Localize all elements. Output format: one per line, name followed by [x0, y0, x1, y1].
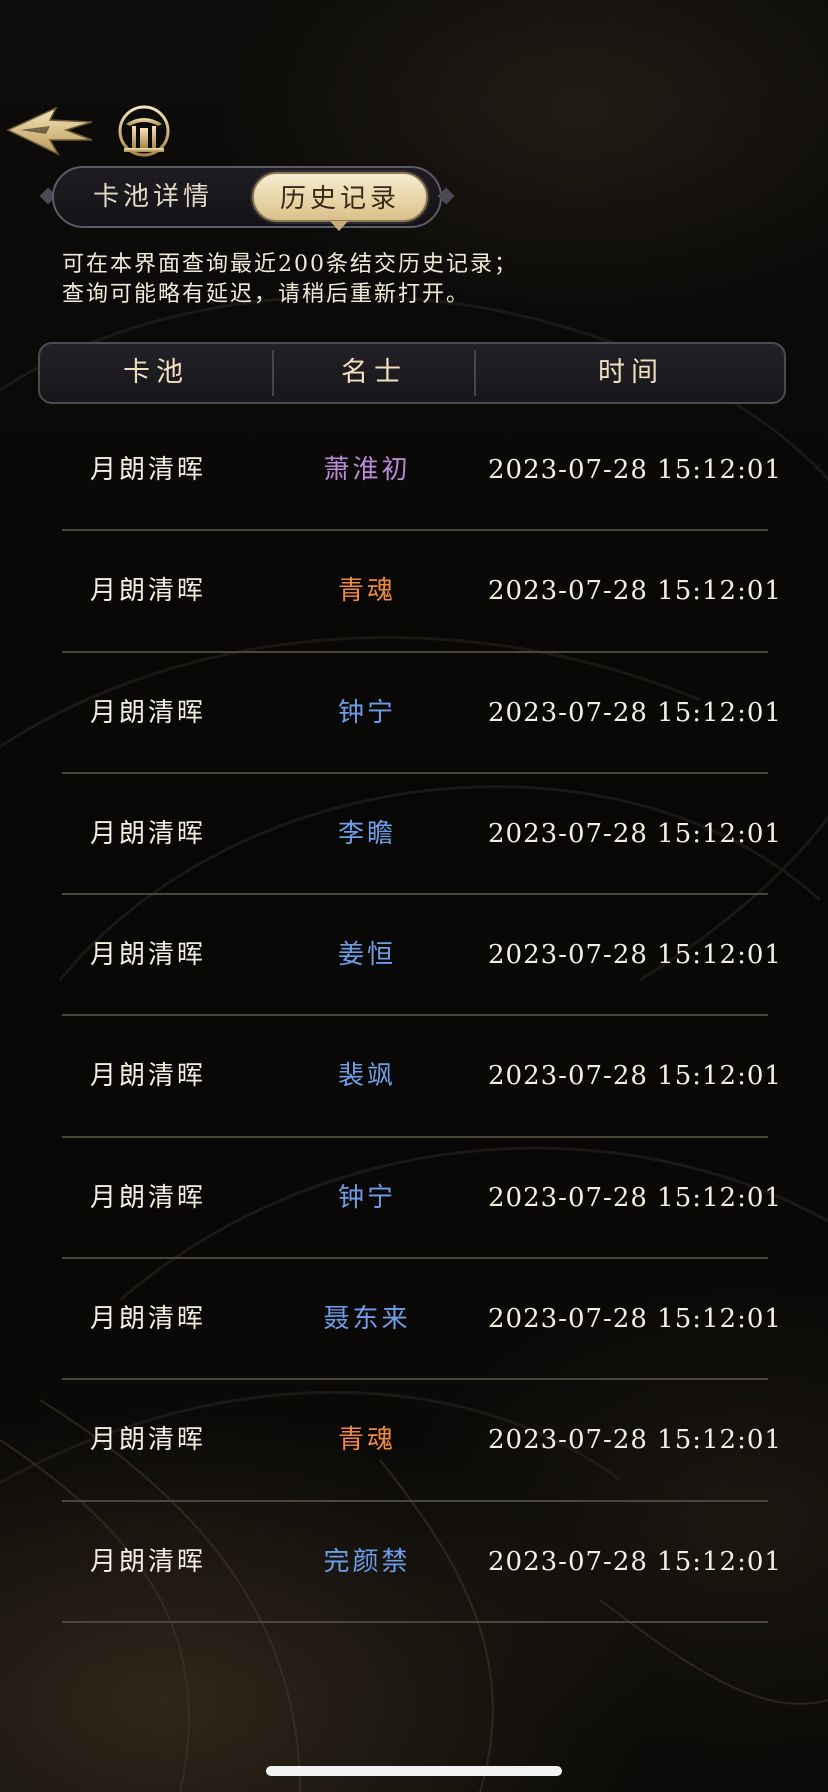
- table-row: 月朗清晖 钟宁 2023-07-28 15:12:01: [62, 653, 781, 774]
- table-row: 月朗清晖 青魂 2023-07-28 15:12:01: [62, 1380, 781, 1502]
- row-time: 2023-07-28 15:12:01: [488, 455, 782, 485]
- row-time: 2023-07-28 15:12:01: [488, 818, 782, 849]
- row-name: 裴飒: [337, 1061, 396, 1092]
- header-time: 时间: [598, 357, 664, 388]
- row-pool: 月朗清晖: [89, 1425, 206, 1456]
- table-row: 月朗清晖 完颜禁 2023-07-28 15:12:01: [62, 1502, 781, 1623]
- row-pool: 月朗清晖: [89, 1061, 206, 1092]
- table-row: 月朗清晖 李瞻 2023-07-28 15:12:01: [62, 774, 781, 896]
- row-name: 青魂: [337, 1425, 396, 1456]
- table-row: 月朗清晖 钟宁 2023-07-28 15:12:01: [62, 1138, 781, 1260]
- row-name: 完颜禁: [323, 1546, 411, 1577]
- row-name: 青魂: [337, 576, 396, 607]
- tab-bar: 卡池详情 历史记录: [39, 166, 455, 231]
- home-indicator[interactable]: [266, 1766, 562, 1776]
- home-button[interactable]: [116, 104, 172, 158]
- table-header: 卡池 名士 时间: [38, 342, 786, 404]
- row-pool: 月朗清晖: [89, 697, 206, 728]
- row-pool: 月朗清晖: [89, 940, 206, 971]
- row-time: 2023-07-28 15:12:01: [488, 1061, 782, 1092]
- history-list[interactable]: 月朗清晖 萧淮初 2023-07-28 15:12:01 月朗清晖 青魂 2023-07-…: [62, 410, 781, 1623]
- table-row: 月朗清晖 裴飒 2023-07-28 15:12:01: [62, 1016, 781, 1138]
- description-line-2: 查询可能略有延迟，请稍后重新打开。: [62, 282, 471, 307]
- history-description: 可在本界面查询最近200条结交历史记录； 查询可能略有延迟，请稍后重新打开。: [62, 250, 782, 310]
- home-pavilion-icon: [118, 105, 170, 157]
- row-pool: 月朗清晖: [89, 818, 206, 849]
- row-time: 2023-07-28 15:12:01: [488, 697, 782, 728]
- header-name: 名士: [341, 357, 407, 388]
- table-row: 月朗清晖 聂东来 2023-07-28 15:12:01: [62, 1259, 781, 1381]
- table-row: 月朗清晖 萧淮初 2023-07-28 15:12:01: [62, 410, 781, 532]
- back-arrow-icon: [6, 106, 93, 156]
- row-pool: 月朗清晖: [89, 455, 206, 485]
- tab-history[interactable]: 历史记录: [252, 172, 428, 222]
- row-name: 李瞻: [337, 818, 396, 849]
- row-time: 2023-07-28 15:12:01: [488, 1425, 782, 1456]
- back-button[interactable]: [6, 100, 94, 158]
- row-name: 钟宁: [337, 1182, 396, 1213]
- row-name: 聂东来: [323, 1304, 411, 1335]
- row-time: 2023-07-28 15:12:01: [488, 1546, 782, 1577]
- row-name: 姜恒: [337, 940, 396, 971]
- row-time: 2023-07-28 15:12:01: [488, 576, 782, 607]
- table-row: 月朗清晖 青魂 2023-07-28 15:12:01: [62, 531, 781, 653]
- row-pool: 月朗清晖: [89, 1304, 206, 1335]
- table-row: 月朗清晖 姜恒 2023-07-28 15:12:01: [62, 895, 781, 1017]
- row-pool: 月朗清晖: [89, 1546, 206, 1577]
- header-pool: 卡池: [123, 357, 189, 388]
- row-pool: 月朗清晖: [89, 576, 206, 607]
- active-tab-pointer: [330, 221, 348, 231]
- row-time: 2023-07-28 15:12:01: [488, 1304, 782, 1335]
- row-name: 钟宁: [337, 697, 396, 728]
- row-time: 2023-07-28 15:12:01: [488, 1182, 782, 1213]
- row-pool: 月朗清晖: [89, 1182, 206, 1213]
- tab-pool-details[interactable]: 卡池详情: [78, 172, 228, 222]
- row-name: 萧淮初: [323, 455, 411, 485]
- row-time: 2023-07-28 15:12:01: [488, 940, 782, 971]
- description-line-1: 可在本界面查询最近200条结交历史记录；: [62, 252, 518, 277]
